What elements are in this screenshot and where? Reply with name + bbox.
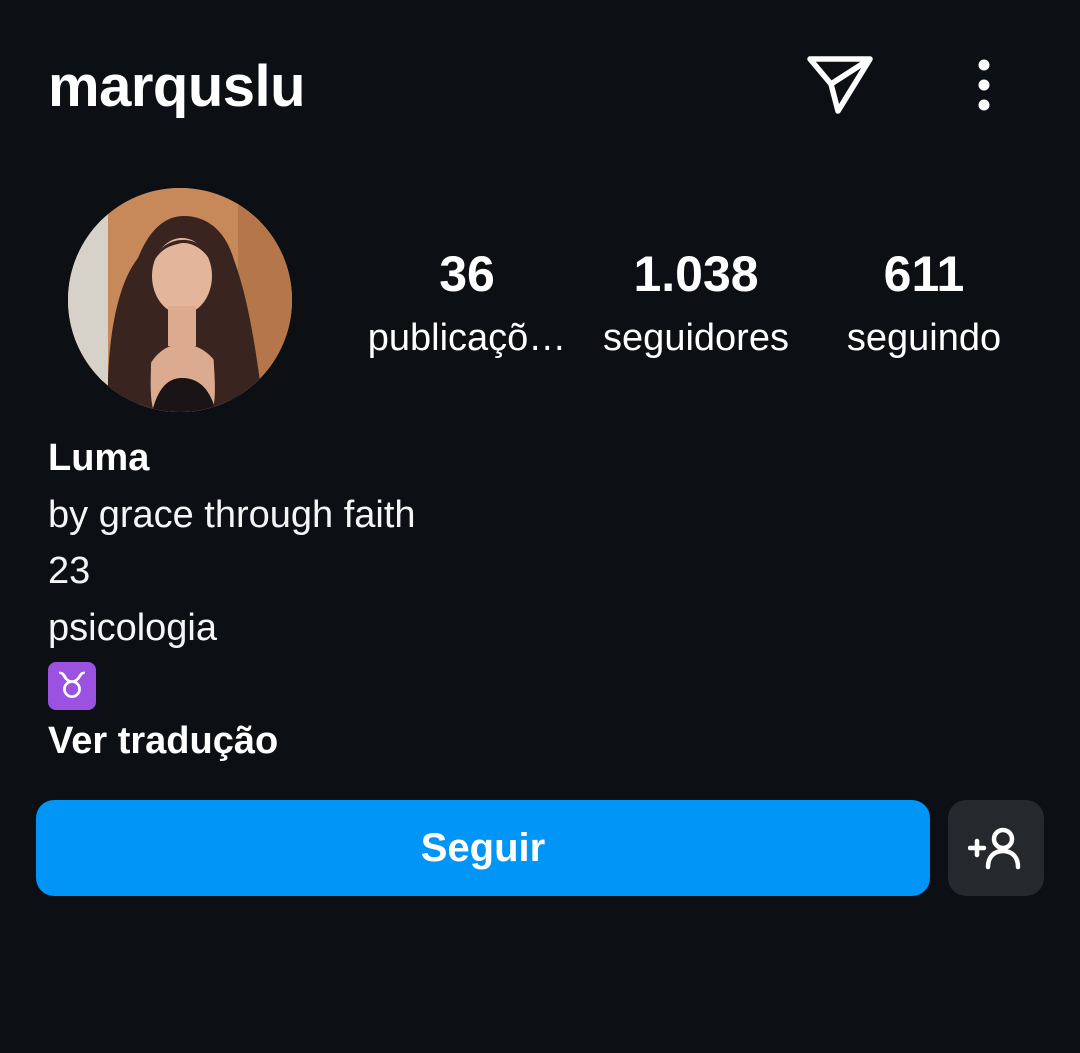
followers-count: 1.038: [633, 246, 759, 302]
send-message-button[interactable]: [800, 46, 880, 122]
profile-avatar[interactable]: [68, 188, 292, 412]
profile-header: marquslu: [0, 0, 1080, 175]
profile-bio: Luma by grace through faith 23 psicologi…: [48, 430, 1028, 769]
bio-line: by grace through faith: [48, 493, 416, 536]
more-vertical-icon: [978, 59, 990, 111]
more-options-button[interactable]: [958, 50, 1010, 120]
following-label: seguindo: [846, 317, 1002, 359]
bio-line: 23: [48, 550, 91, 592]
follow-button[interactable]: Seguir: [36, 800, 930, 896]
see-translation-link[interactable]: Ver tradução: [48, 713, 1028, 770]
display-name: Luma: [48, 437, 150, 479]
profile-username: marquslu: [48, 54, 306, 119]
stat-followers[interactable]: 1.038 seguidores: [590, 240, 802, 368]
followers-label: seguidores: [603, 317, 789, 359]
add-person-icon: [968, 827, 1021, 870]
stat-following[interactable]: 611 seguindo: [832, 240, 1016, 368]
bio-line: psicologia: [48, 606, 217, 649]
posts-label: publicaçõ…: [367, 317, 567, 359]
taurus-emoji: ♉: [48, 661, 96, 710]
following-count: 611: [883, 246, 965, 302]
send-icon: [807, 56, 873, 114]
suggested-accounts-button[interactable]: [948, 800, 1044, 896]
posts-count: 36: [439, 246, 495, 302]
profile-photo: [68, 188, 292, 412]
bio-emoji-line: ♉: [48, 656, 1028, 713]
stat-posts[interactable]: 36 publicaçõ…: [362, 240, 572, 368]
